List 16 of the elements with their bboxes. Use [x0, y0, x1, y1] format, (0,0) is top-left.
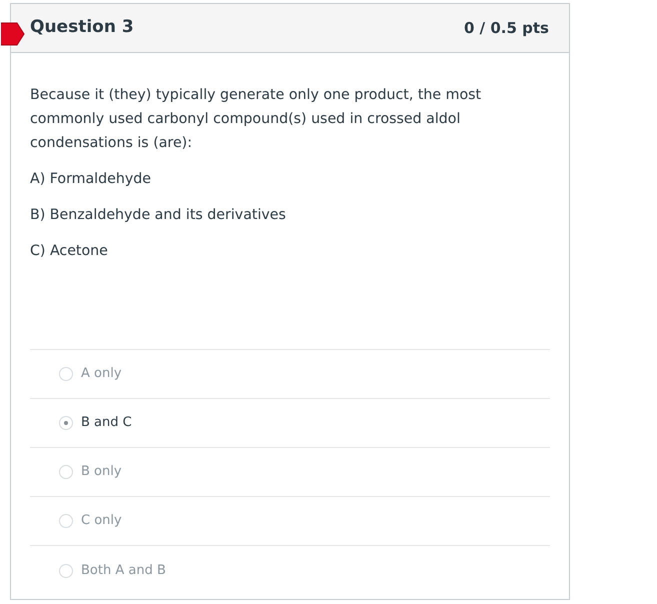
points-text: 0 / 0.5 pts [464, 18, 549, 39]
option-statement: B) Benzaldehyde and its derivatives [30, 206, 287, 225]
radio-button[interactable] [59, 564, 73, 578]
question-title: Question 3 [30, 16, 134, 40]
option-statement: A) Formaldehyde [30, 170, 152, 189]
answer-label[interactable]: B and C [81, 411, 132, 435]
question-text: Because it (they) typically generate only one product, the most commonly used carbonyl compound(s) used in crossed aldol condensations is (are): [30, 86, 482, 153]
answer-label[interactable]: A only [81, 362, 122, 386]
radio-button[interactable] [59, 367, 73, 381]
answer-label[interactable]: C only [81, 509, 122, 533]
radio-button[interactable] [59, 416, 73, 430]
radio-button[interactable] [59, 514, 73, 528]
answer-label[interactable]: B only [81, 460, 122, 484]
option-statement: C) Acetone [30, 242, 109, 261]
answer-label[interactable]: Both A and B [81, 558, 166, 582]
radio-button[interactable] [59, 465, 73, 479]
